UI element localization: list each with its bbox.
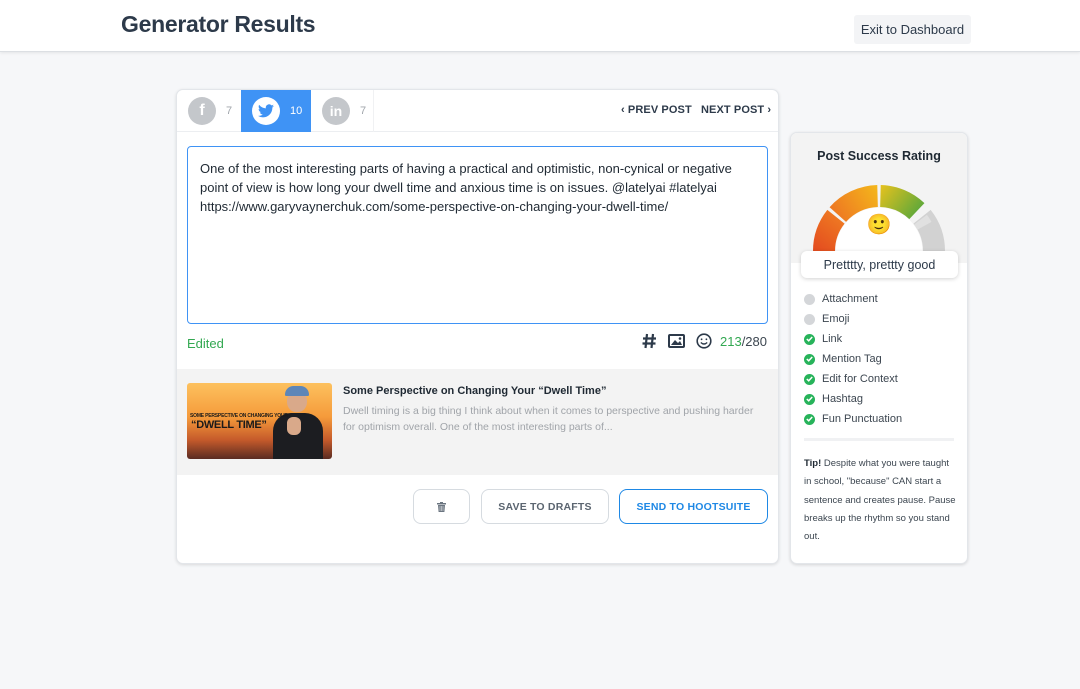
tab-facebook[interactable]: f 7 xyxy=(177,90,241,132)
tab-twitter[interactable]: 10 xyxy=(241,90,311,132)
twitter-icon xyxy=(252,97,280,125)
prev-post-button[interactable]: ‹ PREV POST xyxy=(621,104,692,116)
page-title: Generator Results xyxy=(121,11,316,37)
link-preview-description: Dwell timing is a big thing I think abou… xyxy=(343,405,754,433)
next-post-button[interactable]: NEXT POST › xyxy=(701,104,771,116)
link-preview-thumbnail: SOME PERSPECTIVE ON CHANGING YOUR “DWELL… xyxy=(187,383,332,459)
tip-text: Tip! Despite what you were taught in sch… xyxy=(804,458,956,543)
post-success-rating-panel: Post Success Rating 🙂 Pretttty, prettty … xyxy=(790,132,968,564)
check-circle-icon xyxy=(804,373,815,385)
thumbnail-person-cap xyxy=(285,386,309,396)
save-to-drafts-button[interactable]: SAVE TO DRAFTS xyxy=(481,489,609,524)
post-actions: SAVE TO DRAFTS SEND TO HOOTSUITE xyxy=(177,489,778,525)
post-text-input[interactable]: One of the most interesting parts of hav… xyxy=(187,146,768,324)
rating-label: Pretttty, prettty good xyxy=(801,251,958,278)
success-gauge: 🙂 xyxy=(813,185,945,253)
divider xyxy=(804,438,954,441)
tab-count: 7 xyxy=(360,105,367,117)
checklist-item: Emoji xyxy=(804,309,902,329)
checklist-label: Attachment xyxy=(822,293,878,305)
tab-count: 10 xyxy=(290,105,303,117)
checklist-item: Fun Punctuation xyxy=(804,409,902,429)
top-bar: Generator Results Exit to Dashboard xyxy=(0,0,1080,52)
checklist-item: Link xyxy=(804,329,902,349)
chevron-right-icon: › xyxy=(764,104,772,116)
checklist-label: Fun Punctuation xyxy=(822,413,903,425)
linkedin-icon: in xyxy=(322,97,350,125)
chevron-left-icon: ‹ xyxy=(621,104,628,116)
send-to-hootsuite-button[interactable]: SEND TO HOOTSUITE xyxy=(619,489,768,524)
link-preview-title: Some Perspective on Changing Your “Dwell… xyxy=(343,385,607,397)
checklist-item: Edit for Context xyxy=(804,369,902,389)
link-preview[interactable]: SOME PERSPECTIVE ON CHANGING YOUR “DWELL… xyxy=(177,369,778,475)
checklist-label: Mention Tag xyxy=(822,353,882,365)
checklist-item: Mention Tag xyxy=(804,349,902,369)
editor-toolbar: 213/280 xyxy=(631,333,767,349)
thumbnail-caption-big: “DWELL TIME” xyxy=(191,419,267,431)
thumbnail-person-hand xyxy=(287,417,301,435)
tab-count: 7 xyxy=(226,105,233,117)
checklist-label: Link xyxy=(822,333,843,345)
check-circle-icon xyxy=(804,353,815,365)
check-circle-icon xyxy=(804,413,815,425)
network-tabs: f 7 10 in 7 ‹ PREV POST NEXT POST › xyxy=(177,90,778,132)
empty-circle-icon xyxy=(804,313,815,325)
character-count: 213/280 xyxy=(719,333,767,349)
checklist-label: Emoji xyxy=(822,313,850,325)
empty-circle-icon xyxy=(804,293,815,305)
smiley-emoji-icon: 🙂 xyxy=(867,213,892,236)
checklist-item: Hashtag xyxy=(804,389,902,409)
emoji-icon[interactable] xyxy=(696,333,712,349)
edit-status: Edited xyxy=(187,336,224,351)
checklist-label: Edit for Context xyxy=(822,373,898,385)
trash-icon xyxy=(437,501,446,512)
hashtag-icon[interactable] xyxy=(642,333,657,349)
tab-linkedin[interactable]: in 7 xyxy=(311,90,374,132)
rating-checklist: Attachment Emoji Link Mention Tag Edit for C… xyxy=(804,289,902,429)
check-circle-icon xyxy=(804,333,815,345)
delete-button[interactable] xyxy=(413,489,470,524)
rating-title: Post Success Rating xyxy=(817,149,941,163)
facebook-icon: f xyxy=(188,97,216,125)
check-circle-icon xyxy=(804,393,815,405)
checklist-item: Attachment xyxy=(804,289,902,309)
exit-to-dashboard-button[interactable]: Exit to Dashboard xyxy=(854,15,971,44)
post-editor-card: f 7 10 in 7 ‹ PREV POST NEXT POST › One … xyxy=(176,89,779,564)
image-icon[interactable] xyxy=(667,334,685,348)
checklist-label: Hashtag xyxy=(822,393,863,405)
